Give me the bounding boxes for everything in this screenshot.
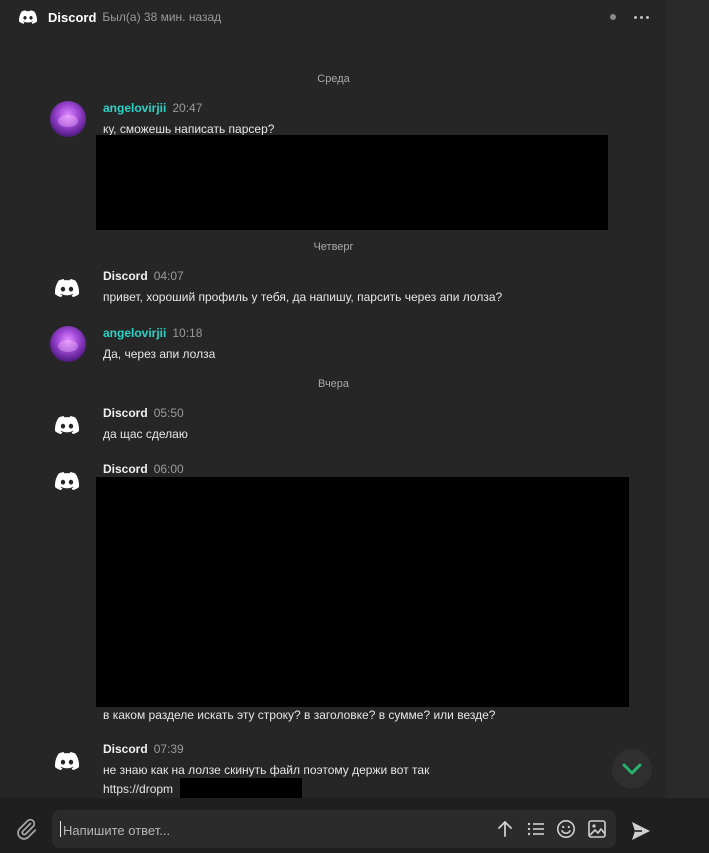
chat-title: Discord — [48, 9, 97, 25]
date-separator: Четверг — [313, 241, 354, 253]
message-text: привет, хороший профиль у тебя, да напиш… — [103, 290, 503, 304]
discord-avatar-icon[interactable] — [50, 744, 84, 778]
redacted-image — [96, 135, 608, 230]
message-text: ку, сможешь написать парсер? — [103, 122, 275, 136]
discord-logo-icon — [19, 8, 37, 26]
send-icon[interactable] — [630, 820, 652, 842]
message-text: да щас сделаю — [103, 427, 188, 441]
message-text: в каком разделе искать эту строку? в заг… — [103, 708, 496, 722]
message-input-container — [52, 810, 616, 848]
message-author[interactable]: Discord 05:50 — [103, 406, 184, 420]
message-text: Да, через апи лолза — [103, 347, 216, 361]
attach-icon[interactable] — [14, 817, 38, 841]
right-strip — [667, 0, 709, 853]
message-input[interactable] — [61, 819, 485, 841]
status-dot-icon — [610, 14, 616, 20]
message-text: не знаю как на лолзе скинуть файл поэтом… — [103, 763, 430, 777]
composer-bar — [0, 798, 709, 853]
avatar[interactable] — [50, 326, 86, 362]
image-icon[interactable] — [587, 819, 607, 839]
chat-header: Discord Был(а) 38 мин. назад — [0, 0, 667, 34]
message-time: 05:50 — [153, 406, 184, 420]
chat-app: Discord Был(а) 38 мин. назад Среда angel… — [0, 0, 709, 853]
redacted-image — [96, 477, 629, 707]
message-author[interactable]: angelovirjii 20:47 — [103, 101, 202, 115]
discord-avatar-icon[interactable] — [50, 408, 84, 442]
message-link[interactable]: https://dropm — [103, 782, 173, 796]
message-author[interactable]: Discord 04:07 — [103, 269, 184, 283]
message-list[interactable]: Среда angelovirjii 20:47 ку, сможешь напи… — [0, 34, 667, 798]
date-separator: Вчера — [317, 378, 350, 390]
list-icon[interactable] — [526, 819, 546, 839]
message-time: 07:39 — [153, 742, 184, 756]
message-time: 06:00 — [153, 462, 184, 476]
arrow-up-icon[interactable] — [495, 819, 515, 839]
message-author[interactable]: Discord 07:39 — [103, 742, 184, 756]
message-author[interactable]: angelovirjii 10:18 — [103, 326, 202, 340]
discord-avatar-icon[interactable] — [50, 271, 84, 305]
last-seen-status: Был(а) 38 мин. назад — [102, 10, 222, 24]
emoji-icon[interactable] — [556, 819, 576, 839]
date-separator: Среда — [317, 73, 350, 85]
message-time: 04:07 — [153, 269, 184, 283]
message-time: 20:47 — [172, 101, 203, 115]
scroll-to-bottom-button[interactable] — [612, 749, 652, 789]
message-time: 10:18 — [172, 326, 203, 340]
discord-avatar-icon[interactable] — [50, 464, 84, 498]
chevron-down-icon — [622, 763, 642, 775]
message-author[interactable]: Discord 06:00 — [103, 462, 184, 476]
redacted-link — [180, 778, 302, 798]
avatar[interactable] — [50, 101, 86, 137]
more-options-button[interactable] — [634, 15, 649, 19]
